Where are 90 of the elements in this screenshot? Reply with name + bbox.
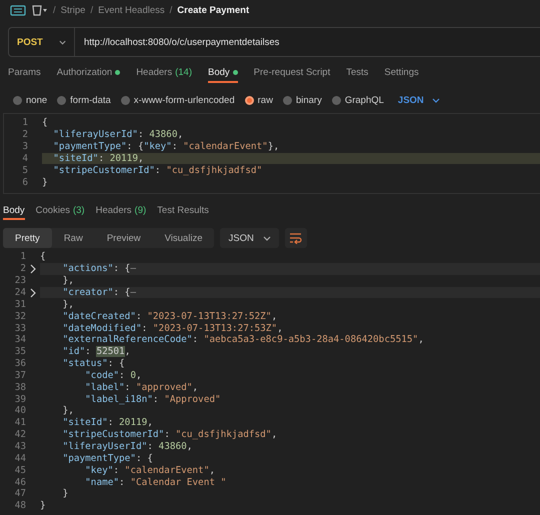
- code-line: "id": 52501,: [62, 346, 132, 358]
- line-number: 47: [14, 488, 26, 500]
- breadcrumb-link[interactable]: Stripe: [60, 4, 86, 16]
- wrap-lines-button[interactable]: [284, 228, 307, 248]
- code-line: "label_i18n": "Approved": [84, 393, 222, 406]
- code-line: "liferayUserId": 43860,: [62, 440, 194, 452]
- code-line: },: [62, 274, 75, 287]
- line-number: 48: [14, 500, 26, 512]
- code-line: "paymentType": {"key": "calendarEvent"},: [52, 140, 280, 153]
- body-type-radio[interactable]: x-www-form-urlencoded: [120, 94, 235, 106]
- code-line: }: [40, 500, 47, 512]
- line-number: 40: [14, 405, 26, 416]
- collection-icon: [31, 4, 48, 16]
- tab[interactable]: Cookies (3): [36, 203, 85, 220]
- line-number: 24: [14, 287, 26, 298]
- format-dropdown[interactable]: JSON: [394, 94, 440, 106]
- line-number: 42: [14, 429, 26, 440]
- line-number: 37: [14, 370, 26, 381]
- line-number: 33: [14, 322, 26, 334]
- view-toggle[interactable]: Raw: [52, 228, 95, 248]
- body-type-radio[interactable]: raw: [244, 94, 273, 106]
- breadcrumb-separator: /: [90, 4, 94, 16]
- tab[interactable]: Headers (9): [96, 203, 146, 220]
- chevron-right-icon[interactable]: [29, 264, 37, 274]
- breadcrumb-separator: /: [170, 4, 172, 16]
- code-line: }: [62, 488, 70, 500]
- chevron-down-icon: [432, 96, 440, 104]
- line-number: 6: [21, 176, 28, 188]
- tab[interactable]: Headers (14): [136, 64, 192, 83]
- code-line: },: [62, 405, 75, 417]
- code-line: "stripeCustomerId": "cu_dsfjhkjadfsd": [52, 164, 264, 176]
- code-line: "name": "Calendar Event ": [84, 476, 228, 488]
- request-title[interactable]: Create Payment: [177, 4, 250, 16]
- code-line: "label": "approved",: [84, 381, 200, 394]
- line-number: 31: [14, 298, 26, 310]
- tab[interactable]: Body: [208, 64, 238, 83]
- wrap-lines-icon: [289, 232, 302, 244]
- line-number: 43: [14, 440, 26, 452]
- tab[interactable]: Pre-request Script: [254, 64, 330, 83]
- tab[interactable]: Test Results: [157, 203, 209, 220]
- code-line: "status": {: [62, 358, 126, 370]
- view-toggle[interactable]: Visualize: [152, 228, 214, 248]
- line-number: 4: [21, 152, 28, 164]
- tab[interactable]: Authorization: [56, 64, 120, 83]
- line-number: 36: [14, 358, 26, 370]
- code-line: "siteId": 20119,: [62, 416, 154, 429]
- code-line: }: [42, 176, 49, 188]
- code-line: "dateCreated": "2023-07-13T13:27:52Z",: [62, 310, 278, 322]
- line-number: 38: [14, 382, 26, 393]
- tab[interactable]: Settings: [384, 64, 419, 83]
- code-line: },: [62, 298, 75, 310]
- code-line: "dateModified": "2023-07-13T13:27:53Z",: [62, 322, 284, 334]
- line-number: 46: [14, 476, 26, 488]
- view-toggle[interactable]: Preview: [94, 228, 153, 248]
- code-line: "liferayUserId": 43860,: [52, 128, 184, 141]
- body-type-radio[interactable]: none: [13, 94, 48, 106]
- line-number: 41: [14, 417, 26, 428]
- line-number: 39: [14, 394, 26, 405]
- line-number: 44: [14, 452, 26, 464]
- breadcrumb-separator: /: [53, 4, 56, 16]
- line-number: 1: [19, 251, 26, 262]
- code-line: "paymentType": {: [62, 452, 154, 464]
- code-line: {: [42, 117, 49, 129]
- body-type-radio[interactable]: binary: [282, 94, 322, 106]
- line-number: 2: [19, 263, 26, 274]
- code-line: "stripeCustomerId": "cu_dsfjhkjadfsd",: [62, 428, 278, 441]
- line-number: 34: [14, 334, 26, 346]
- body-type-radio[interactable]: GraphQL: [332, 94, 384, 106]
- breadcrumb-link[interactable]: Event Headless: [98, 4, 165, 16]
- body-type-radio[interactable]: form-data: [57, 94, 111, 106]
- tab[interactable]: Params: [8, 64, 41, 83]
- code-line: "key": "calendarEvent",: [84, 464, 216, 476]
- chevron-down-icon: [262, 234, 271, 242]
- request-icon: [10, 4, 26, 16]
- view-toggle[interactable]: Pretty: [3, 228, 52, 248]
- code-line: {: [40, 251, 47, 263]
- line-number: 2: [21, 129, 28, 140]
- tab[interactable]: Tests: [346, 64, 368, 83]
- code-line: "code": 0,: [84, 370, 143, 382]
- line-number: 1: [21, 117, 28, 128]
- line-number: 23: [14, 275, 26, 286]
- line-number: 32: [14, 310, 26, 322]
- chevron-right-icon[interactable]: [29, 288, 37, 298]
- line-number: 3: [21, 141, 28, 152]
- code-line: "externalReferenceCode": "aebca5a3-e8c9-a5b3-28a4-086420bc5515",: [62, 334, 425, 346]
- format-dropdown[interactable]: JSON: [220, 228, 279, 248]
- line-number: 35: [14, 346, 26, 358]
- line-number: 5: [21, 164, 28, 176]
- tab[interactable]: Body: [3, 203, 25, 220]
- line-number: 45: [14, 464, 26, 476]
